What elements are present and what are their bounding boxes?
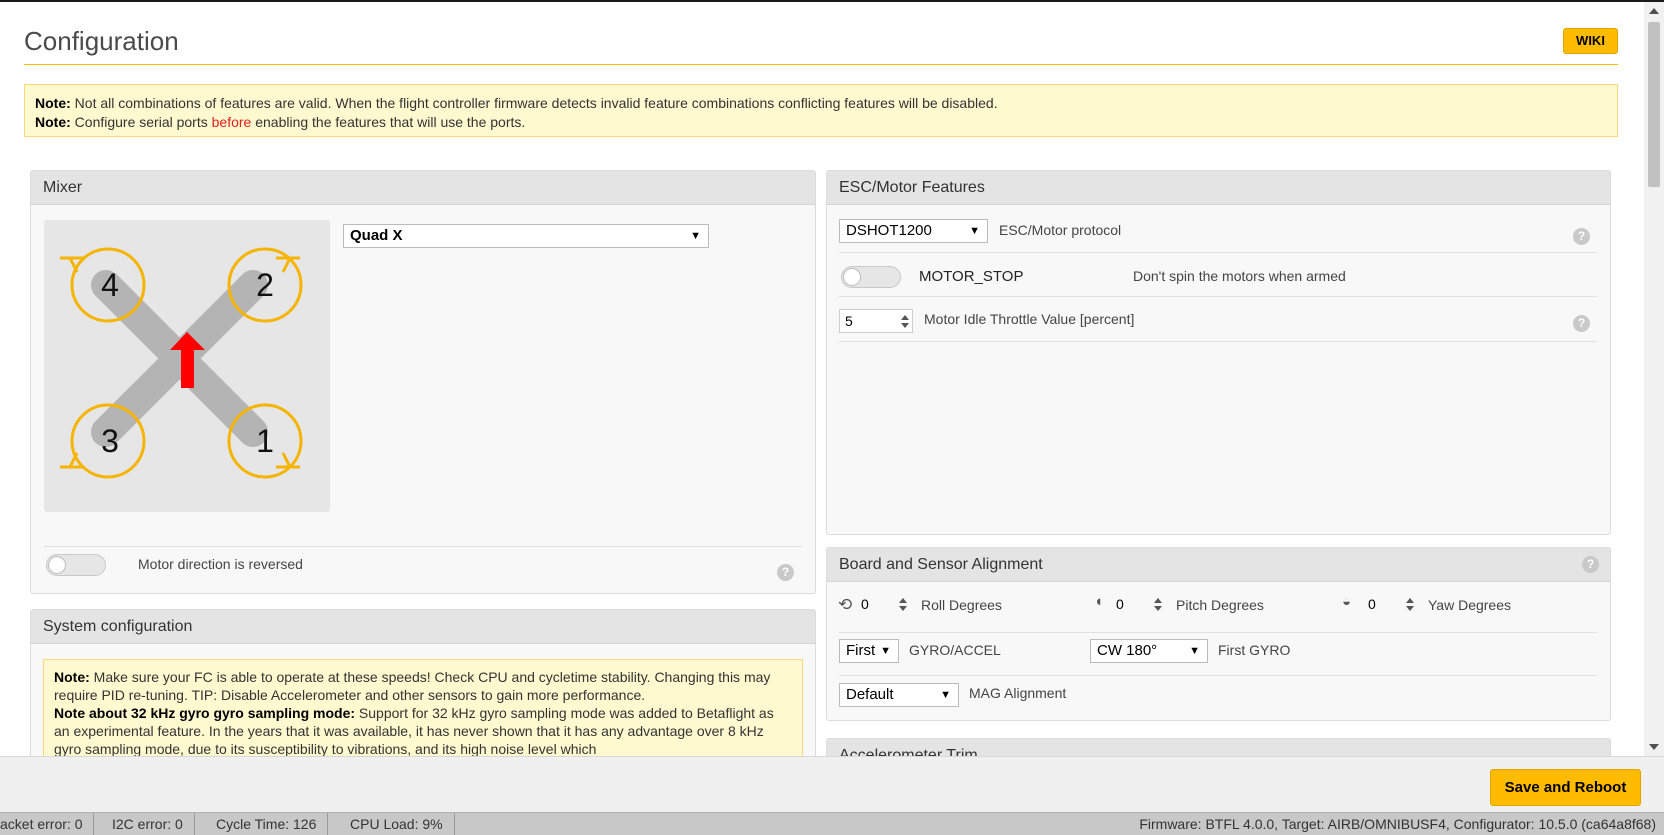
scrollbar-thumb[interactable] (1648, 22, 1660, 187)
motor-stop-description: Don't spin the motors when armed (1133, 268, 1346, 284)
chevron-down-icon: ▼ (940, 689, 951, 701)
pitch-icon: ◖ (1094, 593, 1104, 610)
esc-panel-title: ESC/Motor Features (827, 171, 1610, 205)
features-note: Note: Not all combinations of features a… (24, 84, 1618, 137)
gyro-accel-label: GYRO/ACCEL (909, 642, 1001, 658)
scroll-down-icon[interactable] (1649, 744, 1659, 750)
note-line-1: Note: Not all combinations of features a… (35, 95, 998, 111)
chevron-down-icon: ▼ (969, 225, 980, 237)
motor-label-2: 2 (256, 267, 274, 303)
board-panel-title: Board and Sensor Alignment ? (827, 548, 1610, 582)
help-icon[interactable]: ? (1573, 315, 1590, 332)
motor-stop-label: MOTOR_STOP (919, 268, 1024, 285)
content-scrollbar[interactable] (1644, 2, 1664, 756)
status-bar: acket error: 0 I2C error: 0 Cycle Time: … (0, 812, 1664, 835)
esc-protocol-select[interactable]: DSHOT1200 ▼ (839, 219, 988, 243)
help-icon[interactable]: ? (1573, 228, 1590, 245)
system-configuration-panel: System configuration Note: Make sure you… (30, 609, 816, 756)
page-title: Configuration (24, 26, 179, 56)
motor-label-3: 3 (101, 423, 119, 459)
esc-motor-features-panel: ESC/Motor Features DSHOT1200 ▼ ESC/Motor… (826, 170, 1611, 535)
accel-panel-title: Accelerometer Trim (827, 739, 1610, 756)
pitch-label: Pitch Degrees (1176, 597, 1264, 613)
chevron-down-icon: ▼ (880, 645, 891, 657)
cycle-time-status: Cycle Time: 126 (205, 813, 329, 835)
roll-input[interactable]: 0 (855, 592, 911, 616)
configuration-tab: Configuration WIKI Note: Not all combina… (0, 2, 1644, 756)
first-gyro-select[interactable]: CW 180° ▼ (1090, 639, 1208, 663)
system-panel-title: System configuration (31, 610, 815, 644)
packet-error-status: acket error: 0 (0, 813, 95, 835)
spinner-icon[interactable] (1153, 595, 1163, 613)
footer-toolbar: Save and Reboot (0, 756, 1664, 812)
esc-protocol-label: ESC/Motor protocol (999, 222, 1122, 238)
yaw-input[interactable]: 0 (1362, 592, 1418, 616)
save-and-reboot-button[interactable]: Save and Reboot (1490, 769, 1641, 806)
motor-reversed-label: Motor direction is reversed (138, 556, 303, 572)
help-icon[interactable]: ? (777, 564, 794, 581)
motor-reversed-toggle[interactable] (46, 554, 106, 576)
chevron-down-icon: ▼ (690, 230, 701, 242)
note-before-highlight: before (211, 114, 252, 130)
accelerometer-trim-panel: Accelerometer Trim (826, 738, 1611, 756)
motor-idle-label: Motor Idle Throttle Value [percent] (924, 311, 1135, 327)
quad-x-diagram: 4 2 3 1 (60, 247, 303, 479)
gyro-accel-select[interactable]: First ▼ (839, 639, 899, 663)
roll-label: Roll Degrees (921, 597, 1002, 613)
firmware-info: Firmware: BTFL 4.0.0, Target: AIRB/OMNIB… (1139, 816, 1656, 832)
yaw-icon: ◒ (1342, 593, 1352, 610)
help-icon[interactable]: ? (1582, 556, 1599, 573)
cpu-load-status: CPU Load: 9% (339, 813, 455, 835)
spinner-icon[interactable] (898, 595, 908, 613)
i2c-error-status: I2C error: 0 (101, 813, 195, 835)
mag-alignment-select[interactable]: Default ▼ (839, 683, 959, 707)
note-line-2: Note: Configure serial ports before enab… (35, 114, 526, 130)
scroll-up-icon[interactable] (1649, 8, 1659, 14)
chevron-down-icon: ▼ (1189, 645, 1200, 657)
mag-alignment-label: MAG Alignment (969, 685, 1067, 701)
pitch-input[interactable]: 0 (1110, 592, 1166, 616)
mixer-panel: Mixer 4 2 3 1 Quad X ▼ Motor direction i… (30, 170, 816, 594)
motor-stop-toggle[interactable] (841, 266, 901, 288)
mixer-panel-title: Mixer (31, 171, 815, 205)
mixer-select[interactable]: Quad X ▼ (343, 224, 709, 248)
spinner-icon[interactable] (900, 312, 910, 330)
board-alignment-panel: Board and Sensor Alignment ? ⟲ 0 Roll De… (826, 547, 1611, 721)
title-divider (24, 64, 1618, 65)
motor-label-4: 4 (101, 267, 119, 303)
yaw-label: Yaw Degrees (1428, 597, 1512, 613)
system-note: Note: Make sure your FC is able to opera… (43, 659, 803, 756)
spinner-icon[interactable] (1405, 595, 1415, 613)
roll-icon: ⟲ (838, 595, 853, 614)
mixer-preview: 4 2 3 1 (44, 220, 330, 512)
wiki-button[interactable]: WIKI (1563, 28, 1618, 54)
motor-idle-input[interactable]: 5 (839, 309, 913, 333)
motor-label-1: 1 (256, 423, 274, 459)
first-gyro-label: First GYRO (1218, 642, 1291, 658)
